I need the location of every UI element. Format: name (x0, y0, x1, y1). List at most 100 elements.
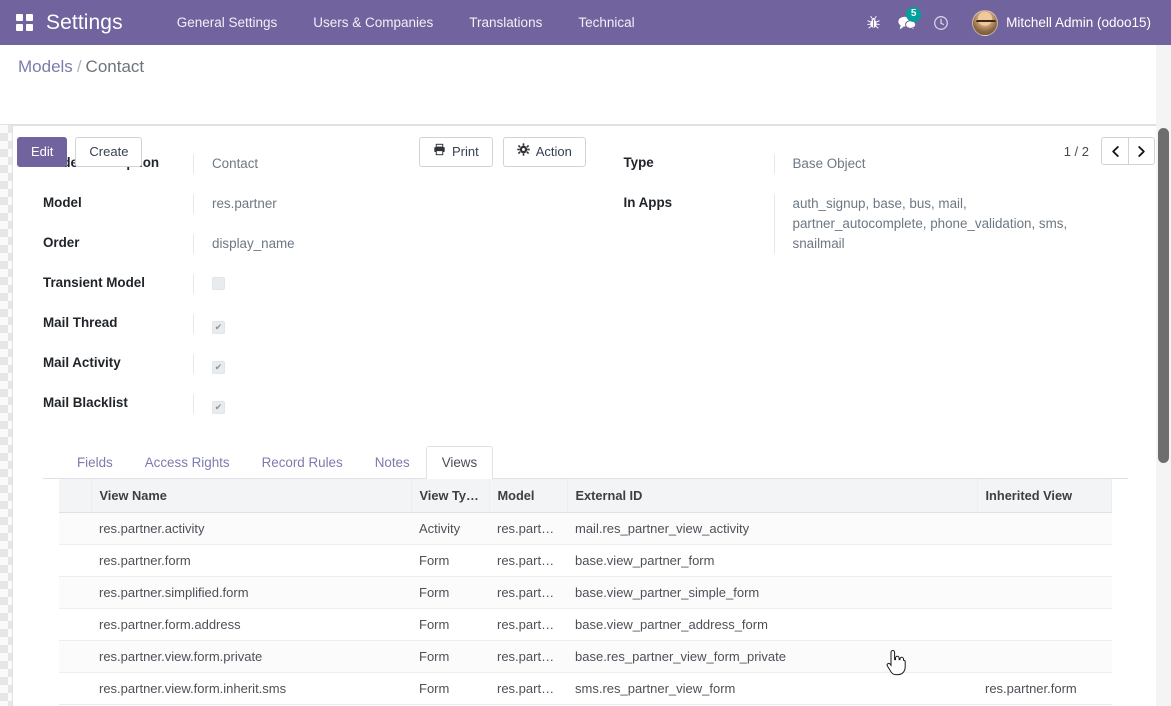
navbar-systray: 5 Mitchell Admin (odoo15) (856, 0, 1171, 45)
mail-blacklist-checkbox[interactable] (212, 401, 225, 414)
avatar (972, 9, 999, 36)
tab-record-rules[interactable]: Record Rules (246, 446, 359, 479)
field-type: Type Base Object (624, 154, 1129, 174)
cell-view-name[interactable]: res.partner.simplified.form (91, 576, 411, 609)
table-row[interactable]: res.partner.view.form.inherit.sms Form r… (59, 672, 1112, 705)
cell-inherited-view[interactable] (977, 544, 1112, 577)
cell-view-name[interactable]: res.partner.view.form.private (91, 640, 411, 673)
cell-view-type[interactable]: Form (411, 608, 489, 641)
cell-view-name[interactable]: res.partner.view.form.inherit.sms (91, 672, 411, 705)
breadcrumb-item-models[interactable]: Models (18, 57, 73, 76)
form-column-left: Model Description Contact Model res.part… (43, 154, 586, 434)
action-button[interactable]: Action (502, 137, 586, 167)
field-value[interactable]: auth_signup, base, bus, mail, partner_au… (773, 194, 1104, 254)
row-handle-cell (59, 608, 91, 641)
cell-inherited-view[interactable] (977, 640, 1112, 673)
gear-icon (517, 143, 530, 161)
row-handle-column (59, 479, 92, 513)
cell-inherited-view[interactable]: res.partner.form (977, 672, 1112, 705)
tab-views[interactable]: Views (425, 446, 494, 479)
cell-model[interactable]: res.part… (489, 672, 567, 705)
apps-grid-icon[interactable] (16, 13, 34, 32)
column-header-view-name[interactable]: View Name (91, 479, 412, 513)
field-value[interactable]: display_name (193, 234, 586, 254)
cell-view-type[interactable]: Form (411, 672, 489, 705)
cell-view-type[interactable]: Activity (411, 512, 489, 545)
field-label: Order (43, 235, 80, 250)
print-button-label: Print (452, 144, 479, 159)
field-label: Model (43, 195, 82, 210)
field-order: Order display_name (43, 234, 586, 254)
nav-item-technical[interactable]: Technical (560, 0, 652, 45)
pager-previous-button[interactable] (1101, 137, 1128, 165)
cell-model[interactable]: res.part… (489, 640, 567, 673)
cell-inherited-view[interactable] (977, 512, 1112, 545)
messages-badge-count: 5 (906, 7, 922, 22)
cell-inherited-view[interactable] (977, 608, 1112, 641)
cell-view-name[interactable]: res.partner.activity (91, 512, 411, 545)
table-row[interactable]: res.partner.view.form.private Form res.p… (59, 640, 1112, 673)
cell-external-id[interactable]: base.res_partner_view_form_private (567, 640, 977, 673)
table-row[interactable]: res.partner.form.address Form res.part… … (59, 608, 1112, 641)
user-menu[interactable]: Mitchell Admin (odoo15) (958, 0, 1161, 45)
cell-model[interactable]: res.part… (489, 576, 567, 609)
nav-item-users-companies[interactable]: Users & Companies (295, 0, 451, 45)
column-header-inherited-view[interactable]: Inherited View (977, 479, 1112, 513)
pager: 1 / 2 (1064, 137, 1155, 165)
cell-model[interactable]: res.part… (489, 608, 567, 641)
table-row[interactable]: res.partner.activity Activity res.part… … (59, 512, 1112, 545)
cell-model[interactable]: res.part… (489, 512, 567, 545)
activities-clock-icon[interactable] (924, 0, 958, 45)
tab-notes[interactable]: Notes (359, 446, 426, 479)
bug-icon[interactable] (856, 0, 890, 45)
breadcrumb-separator: / (76, 57, 82, 76)
edit-button[interactable]: Edit (17, 137, 68, 167)
column-header-model[interactable]: Model (489, 479, 568, 513)
messages-icon[interactable]: 5 (890, 0, 924, 45)
nav-item-translations[interactable]: Translations (451, 0, 560, 45)
table-row[interactable]: res.partner.form Form res.part… base.vie… (59, 544, 1112, 577)
notebook-tabs: Fields Access Rights Record Rules Notes … (43, 446, 1128, 479)
column-header-view-type[interactable]: View Type… (411, 479, 490, 513)
action-button-label: Action (535, 144, 572, 159)
cell-external-id[interactable]: base.view_partner_form (567, 544, 977, 577)
tab-access-rights[interactable]: Access Rights (129, 446, 246, 479)
column-header-external-id[interactable]: External ID (567, 479, 978, 513)
cell-view-type[interactable]: Form (411, 640, 489, 673)
cell-external-id[interactable]: sms.res_partner_view_form (567, 672, 977, 705)
vertical-scrollbar-thumb[interactable] (1158, 128, 1169, 463)
field-transient-model: Transient Model (43, 274, 586, 294)
field-in-apps: In Apps auth_signup, base, bus, mail, pa… (624, 194, 1129, 254)
nav-item-general-settings[interactable]: General Settings (159, 0, 296, 45)
app-brand-settings[interactable]: Settings (46, 11, 123, 35)
pager-next-button[interactable] (1128, 137, 1155, 165)
pager-value[interactable]: 1 / 2 (1064, 144, 1089, 159)
field-value[interactable]: res.partner (193, 194, 586, 214)
field-mail-activity: Mail Activity (43, 354, 586, 374)
cell-view-name[interactable]: res.partner.form.address (91, 608, 411, 641)
row-handle-cell (59, 576, 91, 609)
cell-model[interactable]: res.part… (489, 544, 567, 577)
mail-activity-checkbox[interactable] (212, 361, 225, 374)
create-button[interactable]: Create (75, 137, 143, 167)
field-value (193, 354, 586, 374)
table-row[interactable]: res.partner.simplified.form Form res.par… (59, 576, 1112, 609)
cell-external-id[interactable]: base.view_partner_address_form (567, 608, 977, 641)
field-label: Mail Blacklist (43, 395, 128, 410)
cell-external-id[interactable]: mail.res_partner_view_activity (567, 512, 977, 545)
cell-external-id[interactable]: base.view_partner_simple_form (567, 576, 977, 609)
user-name-label: Mitchell Admin (odoo15) (1006, 15, 1151, 30)
mail-thread-checkbox[interactable] (212, 321, 225, 334)
field-label: Transient Model (43, 275, 145, 290)
cell-inherited-view[interactable] (977, 576, 1112, 609)
notebook: Fields Access Rights Record Rules Notes … (43, 446, 1128, 706)
cell-view-type[interactable]: Form (411, 544, 489, 577)
cell-view-name[interactable]: res.partner.form (91, 544, 411, 577)
pager-buttons (1101, 137, 1155, 165)
field-mail-blacklist: Mail Blacklist (43, 394, 586, 414)
cell-view-type[interactable]: Form (411, 576, 489, 609)
tab-fields[interactable]: Fields (61, 446, 129, 479)
print-button[interactable]: Print (419, 137, 493, 167)
views-table-body: res.partner.activity Activity res.part… … (59, 512, 1112, 706)
transient-model-checkbox[interactable] (212, 277, 225, 290)
